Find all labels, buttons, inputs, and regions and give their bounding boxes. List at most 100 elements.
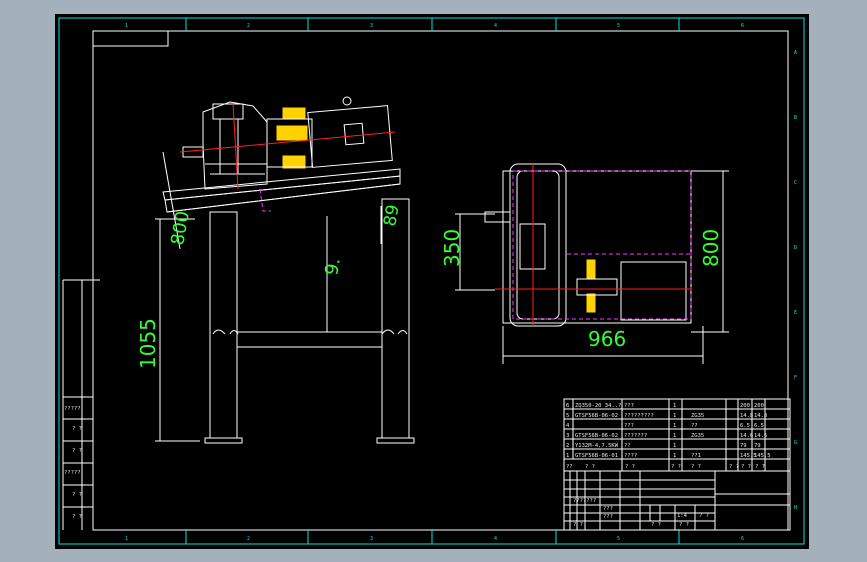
zone-col-top-1: 1 (125, 23, 128, 29)
zone-labels-top: 1 2 3 4 5 6 (125, 23, 744, 29)
left-leg (209, 211, 238, 439)
bom-qty-4: 1 (673, 423, 676, 429)
left-label-3: ? ? (72, 448, 82, 454)
zone-ticks-top (185, 18, 680, 544)
zone-col-top-3: 3 (370, 23, 373, 29)
left-label-2: ? ? (72, 426, 82, 432)
zone-labels-right: A B C D E F G H (794, 50, 797, 511)
zone-col-bottom-4: 4 (494, 536, 497, 542)
zone-row-D: D (794, 245, 797, 251)
title-row1: ??????? (573, 498, 596, 504)
bom-name-3: ??????? (624, 433, 647, 439)
dim-800-top: 800 (699, 229, 723, 267)
bom-header-6: ? ? (741, 464, 751, 470)
bom-header: ??? ?? ?? ?? ?? ?? ?? ? (566, 464, 765, 470)
bom-rows: 6 ZQ350-20 34..???? 1 200 200 5 GTSF56B-06-02?… (566, 403, 771, 459)
dim-center-label: 9. (321, 256, 345, 277)
bom-header-0: ?? (566, 464, 573, 470)
zone-col-bottom-5: 5 (617, 536, 620, 542)
zone-col-bottom-6: 6 (741, 536, 744, 542)
bom-qty-6: 1 (673, 403, 676, 409)
title-cell-2: ? ? (679, 522, 689, 528)
bom-header-4: ? ? (691, 464, 701, 470)
bom-code-5: GTSF56B-06-02 (575, 413, 618, 419)
bom-qty-2: 1 (673, 443, 676, 449)
bom-no-1: 1 (566, 453, 569, 459)
zone-row-F: F (794, 375, 797, 381)
drawing-canvas: 123456 123456 ABCDEFGH ????? ? ? ? ? ???… (55, 14, 809, 549)
bom-w2-6: 200 (754, 403, 764, 409)
cad-drawing: 123456 123456 ABCDEFGH ????? ? ? ? ? ???… (58, 17, 805, 545)
bom-mat-3: ZG35 (691, 433, 704, 439)
zone-row-G: G (794, 440, 797, 446)
bom-w2-4: 6.5 (754, 423, 764, 429)
bom-w2-1: 145.5 (754, 453, 771, 459)
left-label-4: ????? (64, 470, 81, 476)
bom-header-7: ? ? (755, 464, 765, 470)
bom-qty-5: 1 (673, 413, 676, 419)
bom-header-5: ? ? (729, 464, 739, 470)
bom-w2-3: 14.6 (754, 433, 767, 439)
base-outline (502, 170, 692, 324)
bom-code-1: GTSF56B-06-01 (575, 453, 618, 459)
bom-header-3: ? ? (671, 464, 681, 470)
title-row4: ? ? (573, 522, 583, 528)
zone-row-E: E (794, 310, 797, 316)
bom-code-2: Y132M-4,7.5KW (575, 443, 619, 449)
zone-col-bottom-1: 1 (125, 536, 128, 542)
bom-no-3: 3 (566, 433, 569, 439)
bom-code-3: GTSF56B-06-02 (575, 433, 618, 439)
bom-name-6: ??? (624, 403, 634, 409)
stamp-box (92, 30, 169, 47)
bom-mat-1: ??1 (691, 453, 701, 459)
dim-89: 89 (380, 203, 403, 228)
bom-qty-1: 1 (673, 453, 676, 459)
bom-mat-5: ZG35 (691, 413, 704, 419)
zone-row-H: H (794, 505, 797, 511)
bom-name-4: ??? (624, 423, 634, 429)
bom-no-5: 5 (566, 413, 569, 419)
side-view (155, 96, 415, 444)
bom-header-1: ? ? (585, 464, 595, 470)
bom-w2-2: 79 (754, 443, 761, 449)
bom-w2-5: 14.8 (754, 413, 767, 419)
dim-800-side: 800 (167, 209, 194, 246)
title-scale: 1:4 (677, 513, 688, 519)
bom-qty-3: 1 (673, 433, 676, 439)
zone-col-top-4: 4 (494, 23, 497, 29)
bom-no-2: 2 (566, 443, 569, 449)
zone-col-top-5: 5 (617, 23, 620, 29)
inner-border (92, 30, 789, 531)
left-label-6: ? ? (72, 514, 82, 520)
zone-row-C: C (794, 180, 797, 186)
zone-row-B: B (794, 115, 797, 121)
bom-code-6: ZQ350-20 34..? (575, 403, 621, 409)
title-block (563, 470, 791, 531)
bom-w1-6: 200 (740, 403, 750, 409)
zone-row-A: A (794, 50, 797, 56)
bom-header-2: ? ? (625, 464, 635, 470)
bom-name-5: ????????? (624, 413, 654, 419)
title-cell-3: ? ? (699, 513, 709, 519)
bom-no-6: 6 (566, 403, 569, 409)
dim-350: 350 (440, 229, 464, 267)
bom-no-4: 4 (566, 423, 570, 429)
zone-labels-bottom: 1 2 3 4 5 6 (125, 536, 744, 542)
title-row3: ??? (603, 514, 613, 520)
bom-mat-4: ?? (691, 423, 698, 429)
left-label-5: ? ? (72, 492, 82, 498)
bom-w1-5: 14.8 (740, 413, 753, 419)
left-label-1: ????? (64, 406, 81, 412)
bom-w1-4: 6.5 (740, 423, 750, 429)
title-cell-1: ? ? (651, 522, 661, 528)
bom-name-2: ?? (624, 443, 631, 449)
bom-name-1: ???? (624, 453, 637, 459)
zone-col-top-2: 2 (247, 23, 250, 29)
dim-966: 966 (588, 327, 626, 351)
zone-col-top-6: 6 (741, 23, 744, 29)
right-leg (381, 198, 410, 439)
dim-1055: 1055 (136, 318, 160, 369)
title-row2: ??? (603, 506, 613, 512)
zone-col-bottom-2: 2 (247, 536, 250, 542)
bom-w1-2: 79 (740, 443, 747, 449)
